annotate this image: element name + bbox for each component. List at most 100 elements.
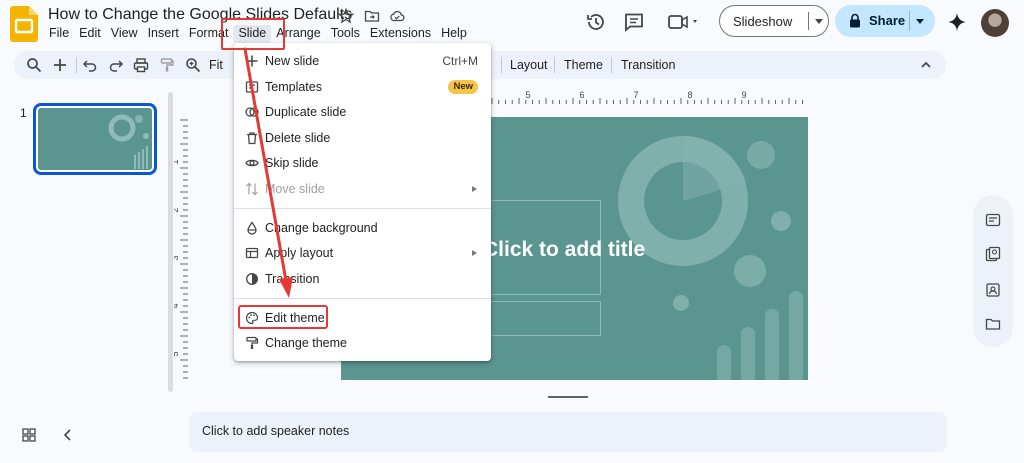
menu-insert[interactable]: Insert xyxy=(143,25,184,43)
menu-item-label: Duplicate slide xyxy=(265,105,347,119)
menu-item-label: Apply layout xyxy=(265,246,334,260)
duplicate-icon xyxy=(245,107,259,117)
toolbar-divider xyxy=(501,57,502,73)
ruler-label: 5 xyxy=(525,90,530,100)
toolbar-divider xyxy=(554,57,555,73)
share-label: Share xyxy=(869,13,906,28)
ruler-label: 6 xyxy=(579,90,584,100)
menu-item-transition[interactable]: Transition xyxy=(234,268,491,290)
ruler-label: 2 xyxy=(174,207,180,212)
annotation-highlight-slide-menu xyxy=(221,18,285,50)
undo-icon[interactable] xyxy=(82,57,98,73)
ruler-label: 7 xyxy=(633,90,638,100)
share-dropdown-icon[interactable] xyxy=(916,19,924,24)
filmstrip-scrollbar[interactable] xyxy=(168,92,173,392)
folder-icon[interactable] xyxy=(985,316,1001,332)
gemini-sparkle-icon[interactable] xyxy=(946,11,968,33)
print-icon[interactable] xyxy=(133,57,149,73)
trash-icon xyxy=(247,132,257,145)
menu-tools[interactable]: Tools xyxy=(326,25,365,43)
submenu-arrow-icon xyxy=(472,250,477,256)
redo-icon[interactable] xyxy=(108,57,124,73)
plus-icon xyxy=(246,55,258,67)
version-history-icon[interactable] xyxy=(585,11,607,33)
menu-item-label: Change background xyxy=(265,221,378,235)
chevron-up-icon[interactable] xyxy=(918,57,934,73)
speaker-notes-icon[interactable] xyxy=(985,212,1001,228)
menu-item-label: Skip slide xyxy=(265,156,319,170)
menu-help[interactable]: Help xyxy=(436,25,472,43)
transition-button[interactable]: Transition xyxy=(621,58,675,72)
cloud-saved-icon[interactable] xyxy=(389,8,405,24)
menu-item-duplicate-slide[interactable]: Duplicate slide xyxy=(234,101,491,123)
slides-logo-icon[interactable] xyxy=(10,6,38,42)
menu-divider xyxy=(234,208,491,209)
eye-icon xyxy=(245,159,259,167)
menu-item-label: Move slide xyxy=(265,182,325,196)
horizontal-ruler: 5 6 7 8 9 xyxy=(491,90,803,104)
ruler-label: 3 xyxy=(174,255,180,260)
lock-icon xyxy=(850,13,860,28)
menu-item-apply-layout[interactable]: Apply layout xyxy=(234,242,491,264)
slideshow-divider xyxy=(808,12,809,30)
menu-item-change-background[interactable]: Change background xyxy=(234,217,491,239)
subtitle-placeholder-box[interactable] xyxy=(489,301,601,336)
menu-item-label: Templates xyxy=(265,80,322,94)
star-icon[interactable] xyxy=(338,8,354,24)
document-title[interactable]: How to Change the Google Slides Defaults xyxy=(48,6,352,24)
slide-number: 1 xyxy=(20,106,27,120)
share-divider xyxy=(909,11,910,31)
menu-item-templates[interactable]: Templates New xyxy=(234,76,491,98)
ruler-label: 9 xyxy=(741,90,746,100)
menu-file[interactable]: File xyxy=(44,25,74,43)
menu-item-delete-slide[interactable]: Delete slide xyxy=(234,127,491,149)
grid-view-icon[interactable] xyxy=(22,428,36,442)
menu-extensions[interactable]: Extensions xyxy=(365,25,436,43)
menu-item-label: New slide xyxy=(265,54,320,68)
chevron-left-icon[interactable] xyxy=(62,428,74,442)
vertical-ruler: 1 2 3 4 5 xyxy=(174,119,188,379)
slideshow-button[interactable]: Slideshow xyxy=(719,5,829,37)
slide-thumbnail[interactable] xyxy=(33,103,157,175)
menu-item-skip-slide[interactable]: Skip slide xyxy=(234,152,491,174)
layout-button[interactable]: Layout xyxy=(510,58,548,72)
menu-item-label: Change theme xyxy=(265,336,348,350)
zoom-icon[interactable] xyxy=(185,57,201,73)
side-panel xyxy=(973,195,1013,347)
templates-icon xyxy=(245,81,259,93)
share-button[interactable]: Share xyxy=(835,5,935,37)
speaker-notes-placeholder: Click to add speaker notes xyxy=(202,424,350,438)
menu-item-label: Transition xyxy=(265,272,320,286)
comments-icon[interactable] xyxy=(623,11,645,33)
menu-item-change-theme[interactable]: Change theme xyxy=(234,332,491,354)
transition-icon xyxy=(246,273,258,285)
menu-item-move-slide: Move slide xyxy=(234,178,491,200)
slide-title-placeholder[interactable]: Click to add title xyxy=(483,238,645,262)
speaker-notes-panel[interactable]: Click to add speaker notes xyxy=(189,412,947,452)
new-slide-plus-icon[interactable] xyxy=(52,57,68,73)
menu-item-label: Delete slide xyxy=(265,131,331,145)
search-menus-icon[interactable] xyxy=(26,57,42,73)
slide-thumbnail-preview xyxy=(38,108,152,170)
zoom-select[interactable]: Fit xyxy=(209,58,223,72)
menu-item-shortcut: Ctrl+M xyxy=(442,54,478,68)
canvas-scrollbar[interactable] xyxy=(548,396,588,398)
avatar[interactable] xyxy=(981,9,1009,37)
keep-icon[interactable] xyxy=(985,246,1001,262)
menu-divider xyxy=(234,298,491,299)
slideshow-dropdown-icon[interactable] xyxy=(815,19,823,24)
move-icon xyxy=(246,182,258,196)
move-folder-icon[interactable] xyxy=(364,8,380,24)
menu-item-new-slide[interactable]: New slide Ctrl+M xyxy=(234,50,491,72)
paint-format-icon[interactable] xyxy=(159,57,175,73)
contacts-icon[interactable] xyxy=(985,282,1001,298)
toolbar-divider xyxy=(611,57,612,73)
meet-icon[interactable] xyxy=(666,11,702,33)
menu-view[interactable]: View xyxy=(106,25,143,43)
theme-button[interactable]: Theme xyxy=(564,58,603,72)
menu-edit[interactable]: Edit xyxy=(74,25,106,43)
ruler-label: 4 xyxy=(174,303,180,308)
ruler-label: 1 xyxy=(174,159,180,164)
annotation-highlight-edit-theme xyxy=(238,305,328,329)
paint-roller-icon xyxy=(246,336,259,349)
